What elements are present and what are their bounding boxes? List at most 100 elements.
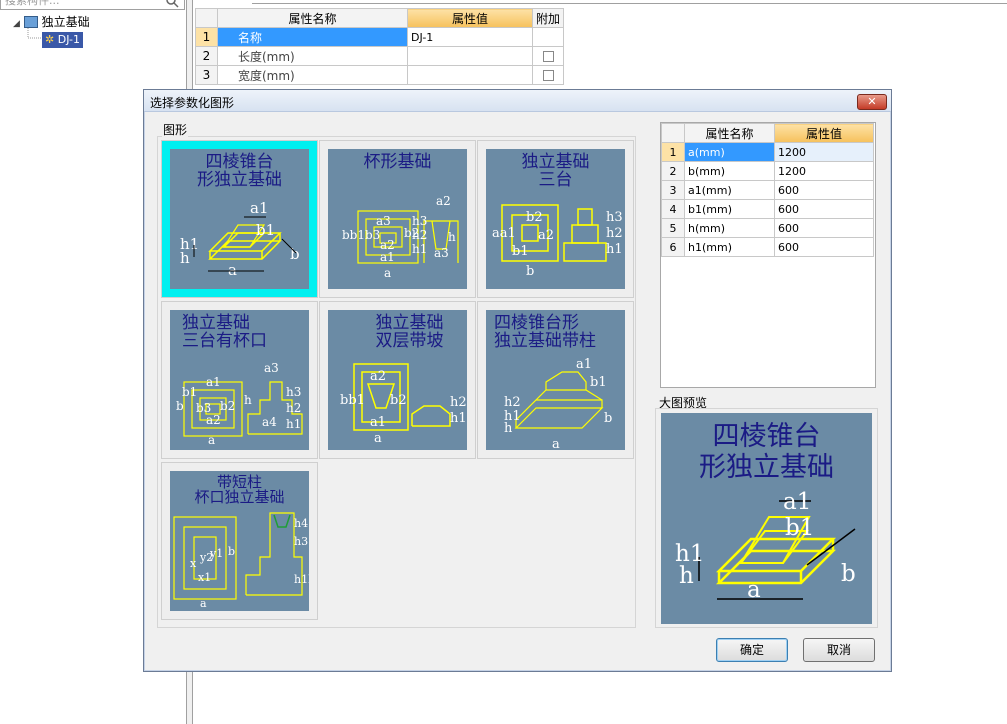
svg-text:h: h bbox=[244, 393, 252, 407]
row-value[interactable]: 600 bbox=[774, 218, 874, 238]
shape-tile-double-slope-footing[interactable]: 独立基础 双层带坡 a2 bb1 b2 a1 a h2 h1 bbox=[319, 301, 476, 459]
search-icon[interactable] bbox=[165, 0, 179, 8]
svg-text:h1: h1 bbox=[606, 242, 623, 257]
shape-tile-cup-footing[interactable]: 杯形基础 bb1b3 a3 b2 a2 a1 a h3 h2 h1 a2 h a3 bbox=[319, 140, 476, 298]
svg-text:a1: a1 bbox=[206, 375, 221, 389]
svg-text:a: a bbox=[552, 437, 560, 450]
svg-text:h3: h3 bbox=[412, 214, 427, 228]
svg-text:a2: a2 bbox=[538, 228, 554, 243]
svg-text:aa1: aa1 bbox=[492, 226, 516, 241]
table-row[interactable]: 1 a(mm) 1200 bbox=[661, 142, 874, 162]
component-gear-icon: ✲ bbox=[45, 33, 55, 46]
dim-label-b: b bbox=[841, 561, 856, 587]
svg-text:b1: b1 bbox=[590, 375, 607, 390]
cup-footing-diagram-icon: bb1b3a3b2 a2a1a h3h2h1 a2ha3 bbox=[342, 194, 459, 280]
svg-text:h1: h1 bbox=[412, 242, 427, 256]
row-name: 长度(mm) bbox=[217, 46, 408, 66]
row-name: h(mm) bbox=[684, 218, 775, 238]
header-param-name: 属性名称 bbox=[684, 123, 775, 143]
tree-connector-line bbox=[27, 28, 42, 39]
tree-node-root[interactable]: ◢ 独立基础 bbox=[13, 14, 90, 30]
double-slope-diagram-icon: a2 bb1 b2 a1a h2h1 bbox=[340, 363, 467, 446]
svg-text:b: b bbox=[604, 411, 612, 426]
shape-diagram: 杯形基础 bb1b3 a3 b2 a2 a1 a h3 h2 h1 a2 h a3 bbox=[328, 149, 467, 289]
row-value[interactable]: DJ-1 bbox=[407, 27, 533, 47]
svg-text:b: b bbox=[176, 399, 184, 413]
dim-label-a1: a1 bbox=[783, 489, 811, 515]
table-row[interactable]: 3 a1(mm) 600 bbox=[661, 180, 874, 200]
row-name: 宽度(mm) bbox=[217, 65, 408, 85]
shape-tile-frustum-footing[interactable]: 四棱锥台 形独立基础 a1 b1 h1 h ab bbox=[161, 140, 318, 298]
row-name: a(mm) bbox=[684, 142, 775, 162]
row-value[interactable]: 600 bbox=[774, 180, 874, 200]
row-value[interactable] bbox=[407, 65, 533, 85]
row-number: 1 bbox=[661, 142, 685, 162]
tree-node-dj1[interactable]: ✲ DJ-1 bbox=[42, 32, 84, 48]
svg-text:a2: a2 bbox=[206, 413, 221, 427]
svg-text:a2: a2 bbox=[370, 369, 386, 384]
row-extra bbox=[532, 65, 564, 85]
svg-text:a3: a3 bbox=[264, 361, 279, 375]
svg-text:b1: b1 bbox=[182, 385, 197, 399]
svg-text:a: a bbox=[208, 433, 215, 447]
svg-text:h: h bbox=[180, 249, 190, 267]
tree-child-label: DJ-1 bbox=[57, 33, 81, 46]
svg-text:h2: h2 bbox=[412, 228, 427, 242]
svg-text:a: a bbox=[228, 261, 237, 279]
svg-text:a1: a1 bbox=[380, 250, 395, 264]
header-property-name: 属性名称 bbox=[217, 8, 408, 28]
frustum-diagram-icon: a1b1h1h ab bbox=[180, 199, 300, 279]
table-row[interactable]: 5 h(mm) 600 bbox=[661, 218, 874, 238]
tree-root-label: 独立基础 bbox=[41, 15, 90, 29]
preview-image: 四棱锥台 形独立基础 a1 b1 h1 h a b bbox=[661, 413, 872, 624]
row-value[interactable] bbox=[407, 46, 533, 66]
svg-text:b1: b1 bbox=[256, 221, 275, 239]
shapes-group-label: 图形 bbox=[162, 121, 189, 138]
row-number: 4 bbox=[661, 199, 685, 219]
row-name: b(mm) bbox=[684, 161, 775, 181]
search-input[interactable]: 搜索构件... bbox=[0, 0, 185, 10]
extra-checkbox[interactable] bbox=[542, 51, 554, 62]
row-extra bbox=[532, 46, 564, 66]
extra-checkbox[interactable] bbox=[542, 70, 554, 81]
svg-text:b2: b2 bbox=[220, 399, 235, 413]
row-number: 5 bbox=[661, 218, 685, 238]
row-name: h1(mm) bbox=[684, 237, 775, 257]
svg-text:h1: h1 bbox=[450, 411, 467, 426]
svg-text:h: h bbox=[504, 421, 513, 436]
grid-corner bbox=[661, 123, 685, 143]
row-name: a1(mm) bbox=[684, 180, 775, 200]
header-param-value: 属性值 bbox=[774, 123, 874, 143]
three-step-cup-diagram-icon: b1ba1b3 b2a2a a3ha4 h3h2h1 bbox=[176, 361, 303, 447]
dialog-titlebar[interactable]: 选择参数化图形 ✕ bbox=[144, 90, 891, 112]
svg-text:a1: a1 bbox=[576, 357, 592, 372]
svg-text:x1: x1 bbox=[198, 571, 211, 584]
table-row[interactable]: 4 b1(mm) 600 bbox=[661, 199, 874, 219]
shape-tile-three-step-cup-footing[interactable]: 独立基础 三台有杯口 b1 b a1 b3 b2 a2 a a3 h a4 h3 h2 h1 bbox=[161, 301, 318, 459]
table-row[interactable]: 2 长度(mm) bbox=[195, 46, 564, 66]
cancel-button[interactable]: 取消 bbox=[803, 638, 875, 662]
shape-tile-frustum-with-column[interactable]: 四棱锥台形 独立基础带柱 a1 b1 h2 h1 h a b bbox=[477, 301, 634, 459]
row-number: 3 bbox=[661, 180, 685, 200]
three-step-diagram-icon: aa1 b2 a2 b1 b h3h2h1 bbox=[492, 204, 623, 279]
expand-arrow-icon[interactable]: ◢ bbox=[13, 19, 20, 29]
close-button[interactable]: ✕ bbox=[857, 94, 887, 110]
row-number: 1 bbox=[195, 27, 218, 47]
ok-button[interactable]: 确定 bbox=[716, 638, 788, 662]
table-row[interactable]: 3 宽度(mm) bbox=[195, 65, 564, 85]
row-value[interactable]: 1200 bbox=[774, 161, 874, 181]
row-value[interactable]: 600 bbox=[774, 199, 874, 219]
row-value[interactable]: 600 bbox=[774, 237, 874, 257]
shape-tile-short-column-cup-footing[interactable]: 带短柱 杯口独立基础 xy2y1b x1ah4h3 h1h2 bbox=[161, 462, 318, 620]
table-row[interactable]: 6 h1(mm) 600 bbox=[661, 237, 874, 257]
frustum-preview-diagram-icon: a1 b1 h1 h a b bbox=[675, 489, 856, 603]
shape-diagram: 四棱锥台形 独立基础带柱 a1 b1 h2 h1 h a b bbox=[486, 310, 625, 450]
shape-tile-three-step-footing[interactable]: 独立基础 三台 aa1 b2 a2 b1 b h3 h2 h1 bbox=[477, 140, 634, 298]
svg-text:b1: b1 bbox=[512, 244, 529, 259]
table-row[interactable]: 1 名称 DJ-1 bbox=[195, 27, 564, 47]
row-number: 2 bbox=[195, 46, 218, 66]
svg-text:h1: h1 bbox=[286, 417, 301, 431]
dim-label-h: h bbox=[679, 563, 694, 589]
row-value[interactable]: 1200 bbox=[774, 142, 874, 162]
table-row[interactable]: 2 b(mm) 1200 bbox=[661, 161, 874, 181]
